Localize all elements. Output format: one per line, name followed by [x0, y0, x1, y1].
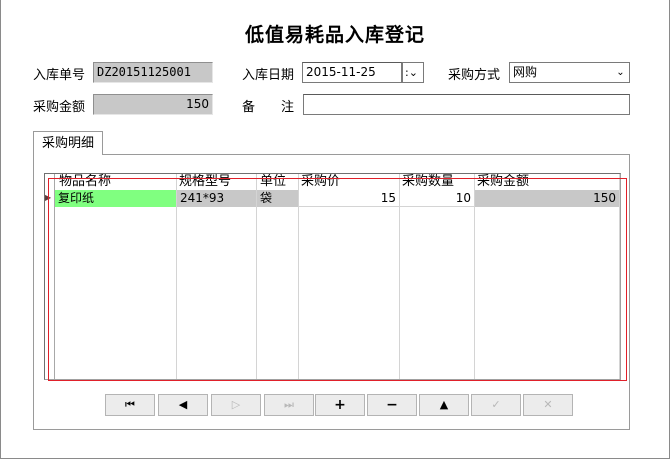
remark-label: 备 注 [242, 100, 295, 115]
tab-purchase-detail[interactable]: 采购明细 [33, 131, 103, 155]
order-no-label: 入库单号 [33, 68, 86, 83]
method-select[interactable]: 网购 ⌄ [509, 62, 630, 83]
amount-field[interactable]: 150 [93, 94, 213, 115]
plus-icon: + [334, 397, 346, 413]
next-icon: ▷ [231, 398, 241, 411]
prior-record-button[interactable]: ◀ [158, 394, 208, 416]
last-record-button[interactable]: ⏭ [264, 394, 314, 416]
first-record-button[interactable]: ⏮ [105, 394, 155, 416]
date-label: 入库日期 [242, 68, 295, 83]
first-icon: ⏮ [125, 398, 135, 411]
next-record-button[interactable]: ▷ [211, 394, 261, 416]
date-field[interactable]: 2015-11-25 [302, 62, 402, 83]
post-record-button[interactable]: ✓ [471, 394, 521, 416]
check-icon: ✓ [491, 398, 501, 411]
cancel-icon: ✕ [543, 398, 553, 411]
amount-label: 采购金额 [33, 100, 86, 115]
grid-highlight-outline [48, 178, 627, 381]
prior-icon: ◀ [178, 398, 188, 411]
edit-icon: ▲ [439, 398, 449, 411]
remark-field[interactable] [303, 94, 630, 115]
order-no-field[interactable]: DZ20151125001 [93, 62, 213, 83]
cancel-record-button[interactable]: ✕ [523, 394, 573, 416]
last-icon: ⏭ [284, 398, 294, 411]
chevron-down-icon: :⌄ [405, 66, 418, 79]
chevron-down-icon[interactable]: ⌄ [612, 63, 629, 82]
page-title: 低值易耗品入库登记 [244, 24, 425, 46]
minus-icon: − [386, 397, 398, 413]
delete-record-button[interactable]: − [367, 394, 417, 416]
edit-record-button[interactable]: ▲ [419, 394, 469, 416]
insert-record-button[interactable]: + [315, 394, 365, 416]
method-value: 网购 [513, 65, 538, 79]
method-label: 采购方式 [448, 68, 501, 83]
date-dropdown-button[interactable]: :⌄ [402, 62, 424, 83]
